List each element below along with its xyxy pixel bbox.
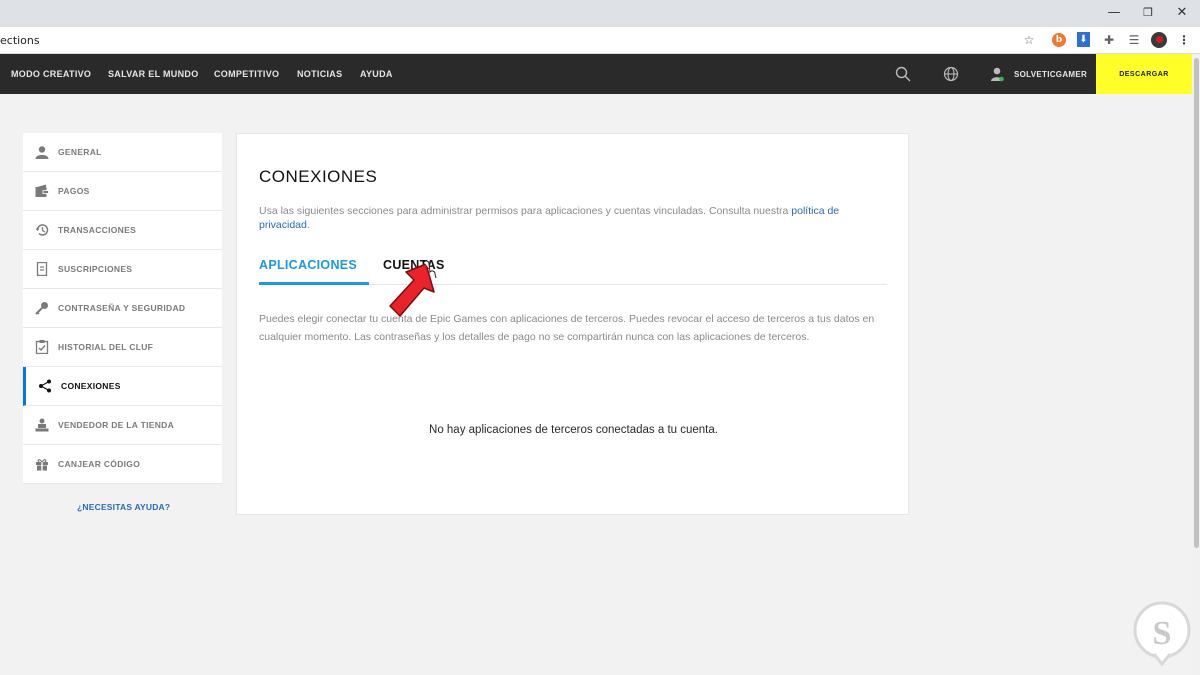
browser-menu-icon[interactable]: ⋮: [1176, 32, 1192, 48]
tab-description: Puedes elegir conectar tu cuenta de Epic…: [259, 313, 875, 343]
sidebar-item-label: GENERAL: [58, 147, 102, 157]
sidebar-item-general[interactable]: GENERAL: [23, 133, 222, 172]
connections-tabs: APLICACIONES CUENTAS: [259, 258, 887, 285]
sidebar-item-transacciones[interactable]: TRANSACCIONES: [23, 211, 222, 250]
top-navigation: MODO CREATIVO SALVAR EL MUNDO COMPETITIV…: [0, 54, 1200, 94]
page-title: CONEXIONES: [259, 167, 378, 186]
sidebar-item-canjear-codigo[interactable]: CANJEAR CÓDIGO: [23, 445, 222, 484]
receipt-icon: [36, 262, 48, 276]
sidebar-item-conexiones[interactable]: CONEXIONES: [23, 367, 222, 406]
sidebar-item-contrasena[interactable]: CONTRASEÑA Y SEGURIDAD: [23, 289, 222, 328]
annotation-arrow-icon: [389, 260, 437, 317]
history-icon: [35, 224, 49, 236]
bookmark-star-icon[interactable]: ☆: [1021, 32, 1037, 48]
scrollbar-thumb[interactable]: [1194, 58, 1199, 548]
need-help-link[interactable]: ¿NECESITAS AYUDA?: [77, 502, 170, 512]
address-bar[interactable]: ections ☆ b ⬇ ✚ ☰ ⋮: [0, 27, 1200, 54]
sidebar-item-label: CONEXIONES: [61, 381, 121, 391]
connections-card: CONEXIONES Usa las siguientes secciones …: [236, 133, 909, 515]
nav-link-competitivo[interactable]: COMPETITIVO: [214, 69, 279, 79]
description-text: Usa las siguientes secciones para admini…: [259, 205, 792, 217]
globe-icon[interactable]: [943, 66, 959, 82]
sidebar-item-label: SUSCRIPCIONES: [58, 264, 133, 274]
key-icon: [35, 302, 48, 315]
nav-link-ayuda[interactable]: AYUDA: [360, 69, 393, 79]
sidebar-item-label: PAGOS: [58, 186, 90, 196]
nav-link-salvar-el-mundo[interactable]: SALVAR EL MUNDO: [108, 69, 199, 79]
reading-list-icon[interactable]: ☰: [1126, 32, 1142, 48]
close-icon[interactable]: ✕: [1172, 4, 1192, 22]
username[interactable]: SOLVETICGAMER: [1014, 70, 1087, 79]
sidebar-item-suscripciones[interactable]: SUSCRIPCIONES: [23, 250, 222, 289]
gift-icon: [36, 459, 48, 471]
creator-icon: [35, 418, 49, 432]
account-sidebar: GENERAL PAGOS TRANSACCIONES SUSCRIPCIONE…: [23, 133, 222, 484]
sidebar-item-label: CONTRASEÑA Y SEGURIDAD: [58, 303, 186, 313]
restore-icon[interactable]: ❐: [1138, 4, 1158, 22]
share-icon: [39, 379, 51, 393]
extension-b-icon[interactable]: b: [1052, 33, 1066, 47]
sidebar-item-historial-cluf[interactable]: HISTORIAL DEL CLUF: [23, 328, 222, 367]
nav-link-noticias[interactable]: NOTICIAS: [297, 69, 342, 79]
url-text[interactable]: ections: [0, 34, 40, 47]
svg-text:S: S: [1153, 615, 1172, 652]
user-icon: [35, 146, 49, 159]
tab-aplicaciones[interactable]: APLICACIONES: [259, 258, 369, 285]
sidebar-item-vendedor[interactable]: VENDEDOR DE LA TIENDA: [23, 406, 222, 445]
sidebar-item-label: VENDEDOR DE LA TIENDA: [58, 420, 175, 430]
download-button[interactable]: DESCARGAR: [1096, 54, 1192, 94]
sidebar-item-pagos[interactable]: PAGOS: [23, 172, 222, 211]
sidebar-item-label: CANJEAR CÓDIGO: [58, 459, 141, 469]
browser-titlebar: — ❐ ✕: [0, 0, 1200, 27]
nav-link-modo-creativo[interactable]: MODO CREATIVO: [11, 69, 91, 79]
solvetic-logo-icon: S: [1133, 601, 1191, 666]
minimize-icon[interactable]: —: [1104, 4, 1124, 22]
user-icon[interactable]: [990, 66, 1004, 82]
page-description: Usa las siguientes secciones para admini…: [259, 204, 889, 232]
wallet-icon: [35, 184, 49, 197]
download-extension-icon[interactable]: ⬇: [1077, 32, 1090, 47]
sidebar-item-label: HISTORIAL DEL CLUF: [58, 342, 154, 352]
clipboard-check-icon: [35, 340, 49, 354]
empty-state-message: No hay aplicaciones de terceros conectad…: [429, 424, 718, 436]
profile-avatar-icon[interactable]: [1151, 32, 1167, 48]
search-icon[interactable]: [895, 66, 911, 82]
extensions-puzzle-icon[interactable]: ✚: [1101, 32, 1117, 48]
sidebar-item-label: TRANSACCIONES: [58, 225, 137, 235]
description-end: .: [306, 219, 310, 231]
